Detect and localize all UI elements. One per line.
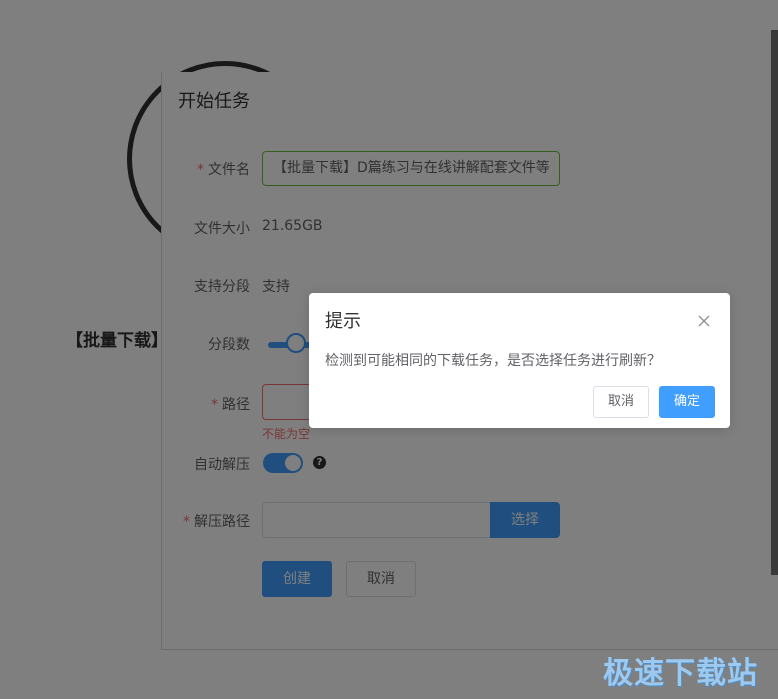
message-confirm-button[interactable]: 确定: [659, 386, 715, 418]
message-cancel-button[interactable]: 取消: [593, 386, 649, 418]
close-icon[interactable]: [697, 313, 711, 327]
watermark-logo: 极速下载站: [603, 656, 758, 691]
message-box-title: 提示: [325, 311, 361, 332]
message-box-content: 检测到可能相同的下载任务，是否选择任务进行刷新？: [325, 353, 661, 369]
message-box: 提示 检测到可能相同的下载任务，是否选择任务进行刷新？ 取消 确定: [309, 293, 730, 428]
